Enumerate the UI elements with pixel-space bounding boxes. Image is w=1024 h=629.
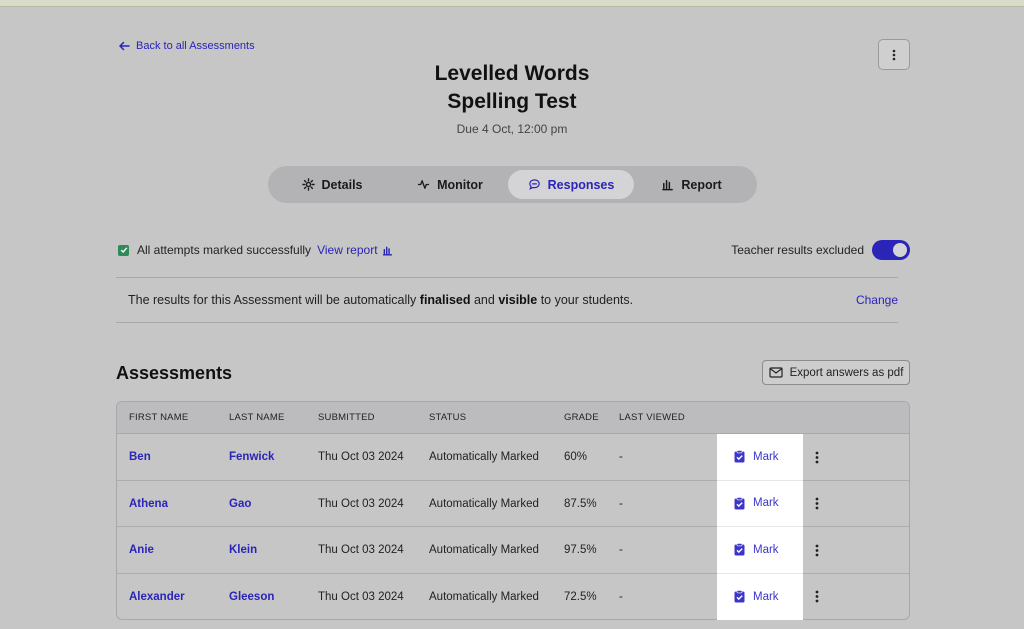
grade-value: 87.5% [564, 497, 597, 510]
chat-icon [528, 179, 540, 190]
pulse-icon [418, 180, 430, 189]
view-report-label: View report [317, 243, 378, 257]
first-name-link[interactable]: Anie [129, 544, 154, 556]
header-grade: GRADE [564, 412, 599, 423]
mail-icon [769, 367, 783, 378]
section-title: Assessments [116, 363, 233, 383]
arrow-left-icon [119, 41, 130, 51]
page-title-line-2: Spelling Test [447, 90, 577, 113]
export-pdf-button[interactable]: Export answers as pdf [762, 360, 910, 385]
back-link-label: Back to all Assessments [136, 40, 255, 52]
change-link[interactable]: Change [856, 293, 898, 307]
export-pdf-label: Export answers as pdf [789, 366, 904, 379]
mark-label: Mark [753, 590, 779, 603]
header-submitted: SUBMITTED [318, 412, 375, 423]
submitted-date: Thu Oct 03 2024 [318, 544, 404, 556]
submitted-date: Thu Oct 03 2024 [318, 590, 404, 603]
last-name-link[interactable]: Fenwick [229, 451, 274, 463]
grade-value: 60% [564, 451, 588, 463]
mark-button[interactable]: Mark [717, 527, 803, 574]
tab-report-label: Report [681, 177, 722, 192]
kebab-icon [892, 49, 896, 60]
finalise-notice: The results for this Assessment will be … [116, 277, 898, 323]
mark-label: Mark [753, 543, 779, 556]
grade-value: 97.5% [564, 544, 597, 556]
first-name-link[interactable]: Alexander [129, 591, 185, 603]
clipboard-check-icon [734, 543, 745, 556]
last-viewed-value: - [619, 544, 623, 556]
tab-responses-label: Responses [547, 177, 615, 192]
assessment-tabs: Details Monitor Responses Report [268, 166, 757, 203]
submitted-date: Thu Oct 03 2024 [318, 451, 404, 463]
kebab-icon [815, 497, 819, 509]
tab-monitor-label: Monitor [437, 177, 483, 192]
last-name-link[interactable]: Gao [229, 498, 251, 510]
row-options-button[interactable] [812, 589, 822, 603]
check-icon [118, 244, 129, 256]
last-viewed-value: - [619, 590, 623, 603]
status-text: Automatically Marked [429, 544, 539, 556]
status-text: Automatically Marked [429, 590, 539, 603]
last-viewed-value: - [619, 451, 623, 463]
first-name-link[interactable]: Ben [129, 451, 151, 463]
back-to-assessments-link[interactable]: Back to all Assessments [118, 40, 255, 52]
page-title: Levelled Words Spelling Test [312, 60, 712, 116]
last-name-link[interactable]: Gleeson [229, 591, 274, 603]
tab-report[interactable]: Report [634, 170, 749, 199]
mark-button[interactable]: Mark [717, 481, 803, 527]
page-title-line-1: Levelled Words [434, 62, 590, 85]
row-options-button[interactable] [812, 450, 822, 464]
teacher-results-toggle[interactable] [872, 240, 910, 260]
mark-button[interactable]: Mark [717, 574, 803, 621]
first-name-link[interactable]: Athena [129, 498, 168, 510]
clipboard-check-icon [734, 450, 745, 463]
last-viewed-value: - [619, 497, 623, 510]
tab-details-label: Details [321, 177, 363, 192]
browser-top-strip [0, 0, 1024, 7]
kebab-icon [815, 544, 819, 556]
clipboard-check-icon [734, 496, 745, 510]
last-name-link[interactable]: Klein [229, 544, 257, 556]
marking-status-bar: All attempts marked successfully View re… [118, 240, 910, 260]
notice-text: The results for this Assessment will be … [128, 293, 634, 307]
mark-column-highlight: Mark Mark Mark Mark [717, 434, 803, 620]
bar-chart-icon [382, 246, 392, 256]
status-text: Automatically Marked [429, 451, 539, 463]
clipboard-check-icon [734, 590, 745, 603]
tab-monitor[interactable]: Monitor [392, 170, 508, 199]
mark-button[interactable]: Mark [717, 434, 803, 481]
due-date: Due 4 Oct, 12:00 pm [456, 122, 568, 136]
row-options-button[interactable] [812, 496, 822, 510]
more-options-button[interactable] [878, 39, 910, 70]
tab-details[interactable]: Details [272, 170, 392, 199]
status-text: All attempts marked successfully [137, 243, 312, 257]
header-last-name: LAST NAME [229, 412, 285, 423]
mark-label: Mark [753, 497, 779, 510]
row-options-button[interactable] [812, 543, 822, 557]
kebab-icon [815, 590, 819, 602]
view-report-link[interactable]: View report [317, 243, 392, 257]
header-status: STATUS [429, 412, 467, 423]
header-last-viewed: LAST VIEWED [619, 412, 685, 423]
mark-label: Mark [753, 450, 779, 463]
tab-responses[interactable]: Responses [508, 170, 634, 199]
status-text: Automatically Marked [429, 497, 539, 510]
submitted-date: Thu Oct 03 2024 [318, 497, 404, 510]
grade-value: 72.5% [564, 590, 597, 603]
gear-icon [301, 178, 315, 191]
bar-chart-icon [662, 180, 674, 191]
teacher-results-label: Teacher results excluded [731, 243, 864, 257]
header-first-name: FIRST NAME [129, 412, 189, 423]
kebab-icon [815, 451, 819, 463]
table-header: FIRST NAME LAST NAME SUBMITTED STATUS GR… [117, 402, 909, 434]
